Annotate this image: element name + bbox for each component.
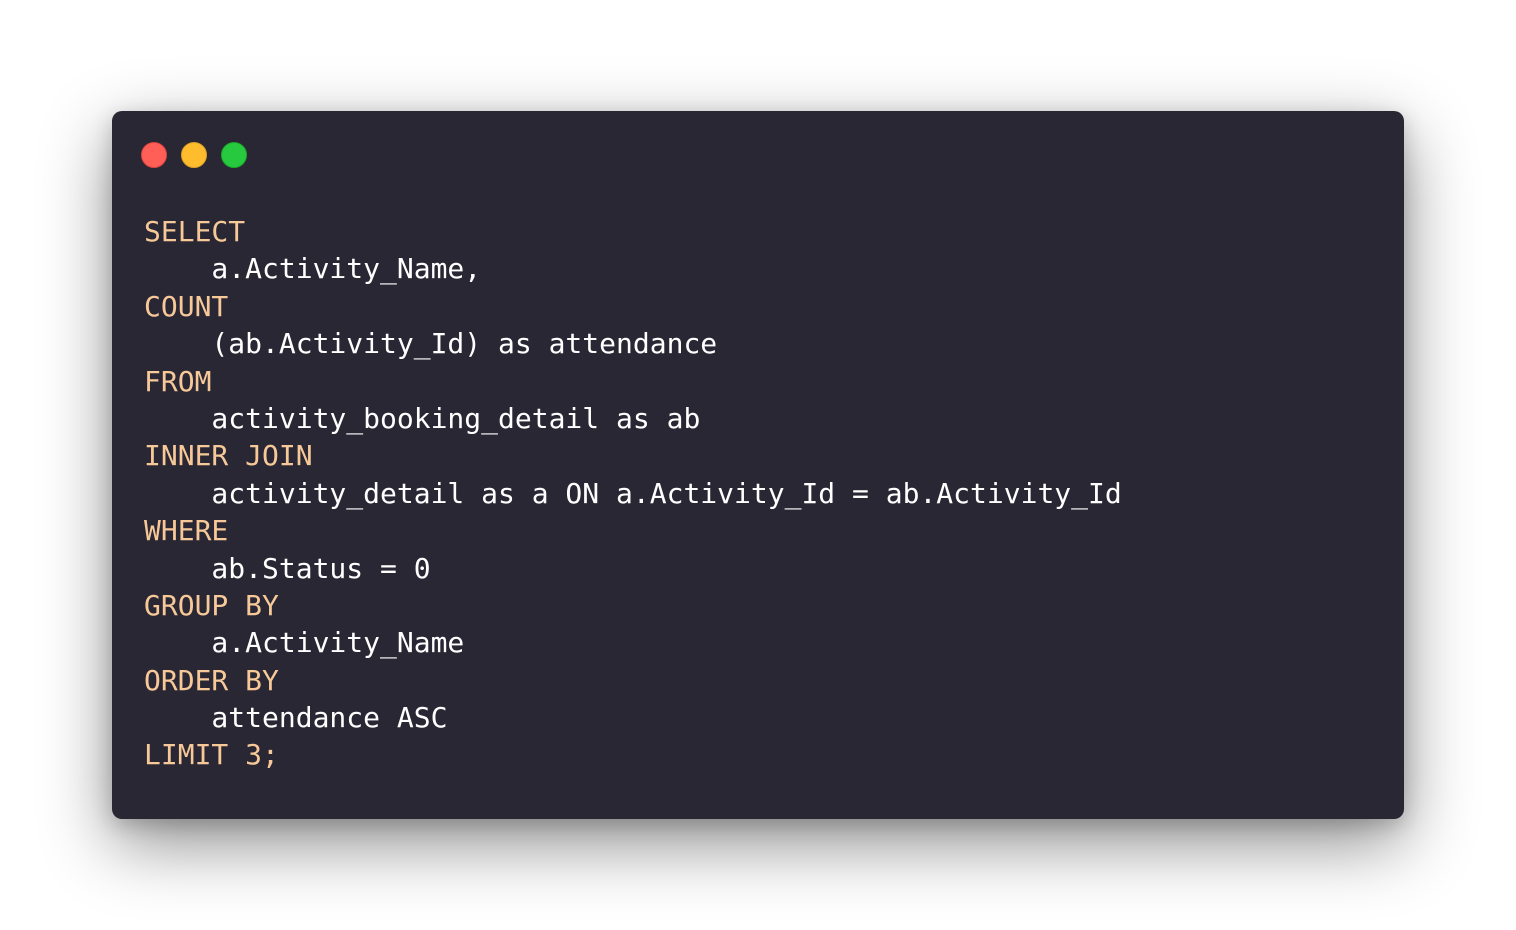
sql-keyword: GROUP BY (144, 588, 279, 622)
code-line: a.Activity_Name, (144, 250, 1122, 287)
code-block: SELECT a.Activity_Name, COUNT (ab.Activit… (144, 213, 1122, 774)
code-line: activity_booking_detail as ab (144, 400, 1122, 437)
zoom-button[interactable] (221, 142, 247, 168)
sql-text: activity_detail as a ON a.Activity_Id = … (144, 476, 1122, 510)
sql-text: a.Activity_Name (144, 626, 465, 660)
code-line: GROUP BY (144, 587, 1122, 624)
sql-text: (ab.Activity_Id) as attendance (144, 327, 718, 361)
sql-keyword: WHERE (144, 514, 229, 548)
code-line: (ab.Activity_Id) as attendance (144, 325, 1122, 362)
sql-keyword: INNER JOIN (144, 439, 313, 473)
code-line: FROM (144, 363, 1122, 400)
code-line: LIMIT 3; (144, 736, 1122, 773)
window-controls (141, 142, 261, 168)
sql-keyword: SELECT (144, 215, 246, 248)
sql-punctuation: ; (262, 738, 279, 772)
minimize-button[interactable] (181, 142, 207, 168)
sql-keyword: ORDER BY (144, 663, 279, 697)
sql-text: a.Activity_Name, (144, 252, 482, 286)
code-line: WHERE (144, 512, 1122, 549)
page: SELECT a.Activity_Name, COUNT (ab.Activit… (0, 0, 1516, 930)
sql-text: attendance ASC (144, 701, 448, 735)
close-button[interactable] (141, 142, 167, 168)
code-window: SELECT a.Activity_Name, COUNT (ab.Activit… (112, 111, 1404, 819)
code-line: a.Activity_Name (144, 624, 1122, 661)
code-line: SELECT (144, 213, 1122, 250)
code-line: ORDER BY (144, 662, 1122, 699)
code-line: COUNT (144, 288, 1122, 325)
sql-keyword: COUNT (144, 289, 229, 323)
sql-text: activity_booking_detail as ab (144, 401, 701, 435)
sql-keyword: FROM (144, 364, 212, 398)
code-line: attendance ASC (144, 699, 1122, 736)
sql-text: ab.Status = 0 (144, 551, 431, 585)
code-line: INNER JOIN (144, 437, 1122, 474)
sql-keyword: LIMIT 3 (144, 738, 263, 772)
code-line: activity_detail as a ON a.Activity_Id = … (144, 475, 1122, 512)
code-line: ab.Status = 0 (144, 550, 1122, 587)
